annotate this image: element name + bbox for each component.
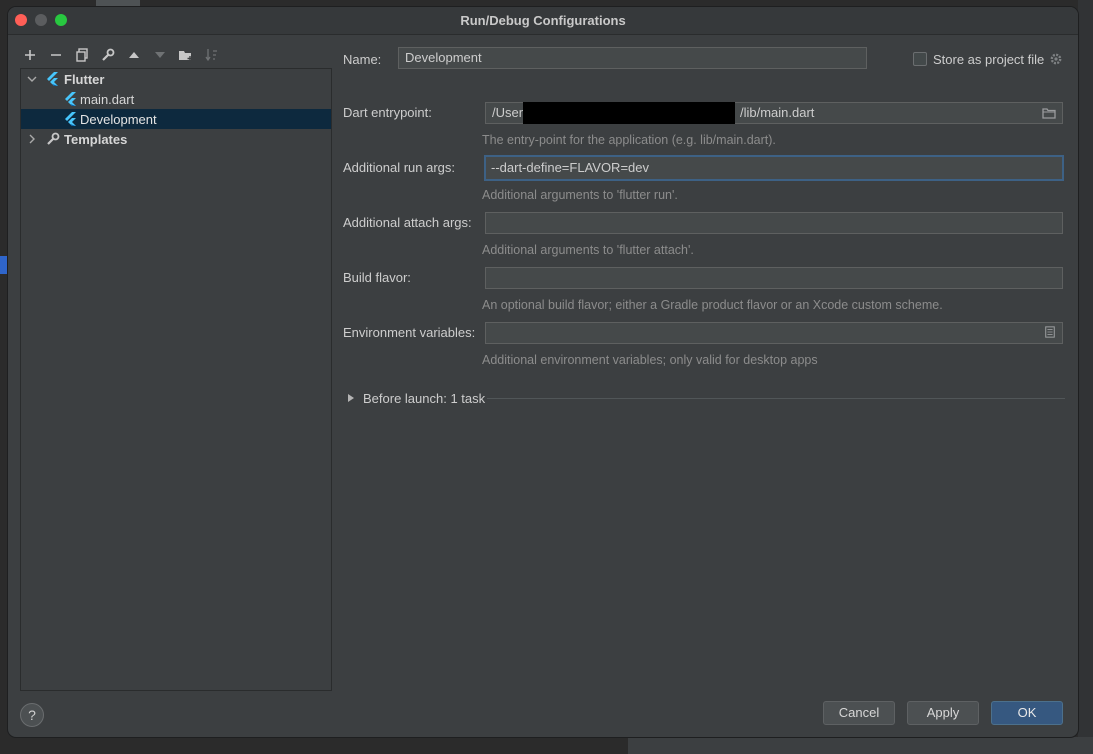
tree-label-templates: Templates (64, 131, 128, 147)
ok-button[interactable]: OK (991, 701, 1063, 725)
run-args-hint: Additional arguments to 'flutter run'. (482, 188, 678, 202)
wrench-icon[interactable] (98, 45, 118, 65)
store-as-project-checkbox[interactable] (913, 52, 927, 66)
before-launch-divider (487, 398, 1065, 399)
env-vars-label: Environment variables: (343, 325, 476, 340)
flutter-icon (65, 112, 76, 126)
flutter-icon (47, 72, 58, 86)
name-input[interactable]: Development (398, 47, 867, 69)
configuration-tree: Flutter main.dart Development Templates (20, 68, 332, 691)
chevron-right-icon[interactable] (27, 134, 37, 144)
arrow-up-icon[interactable] (124, 45, 144, 65)
background-selection (0, 256, 8, 274)
background-editor-strip (0, 0, 8, 754)
flutter-icon (65, 92, 76, 106)
background-right-strip (1078, 0, 1093, 754)
entrypoint-hint: The entry-point for the application (e.g… (482, 133, 776, 147)
arrow-down-icon[interactable] (150, 45, 170, 65)
tree-label-flutter: Flutter (64, 71, 105, 87)
build-flavor-label: Build flavor: (343, 270, 411, 285)
build-flavor-input[interactable] (485, 267, 1063, 289)
name-label: Name: (343, 52, 382, 67)
before-launch-label[interactable]: Before launch: 1 task (363, 391, 485, 406)
redacted-block (523, 102, 735, 124)
env-vars-hint: Additional environment variables; only v… (482, 353, 818, 367)
tree-label-main-dart: main.dart (80, 91, 135, 107)
store-as-project-label: Store as project file (933, 52, 1045, 67)
tree-node-development[interactable]: Development (21, 109, 331, 129)
entrypoint-label: Dart entrypoint: (343, 105, 432, 120)
title-bar: Run/Debug Configurations (8, 7, 1078, 35)
dialog-title: Run/Debug Configurations (460, 13, 626, 28)
document-icon[interactable] (1043, 326, 1057, 338)
attach-args-input[interactable] (485, 212, 1063, 234)
background-status-bar (628, 737, 1093, 754)
folder-add-icon[interactable] (176, 45, 196, 65)
help-button[interactable]: ? (20, 703, 44, 727)
wrench-icon (47, 132, 60, 145)
gear-icon[interactable] (1049, 52, 1063, 66)
attach-args-label: Additional attach args: (343, 215, 472, 230)
minus-icon[interactable] (46, 45, 66, 65)
tree-label-development: Development (80, 111, 157, 127)
copy-icon[interactable] (72, 45, 92, 65)
entrypoint-suffix: /lib/main.dart (740, 105, 815, 120)
tree-node-flutter[interactable]: Flutter (21, 69, 331, 89)
sort-icon[interactable] (202, 45, 222, 65)
build-flavor-hint: An optional build flavor; either a Gradl… (482, 298, 943, 312)
attach-args-hint: Additional arguments to 'flutter attach'… (482, 243, 694, 257)
folder-icon[interactable] (1042, 107, 1056, 119)
plus-icon[interactable] (20, 45, 40, 65)
run-args-input[interactable]: --dart-define=FLAVOR=dev (484, 155, 1064, 181)
tree-node-templates[interactable]: Templates (21, 129, 331, 149)
run-args-label: Additional run args: (343, 160, 456, 175)
run-debug-dialog: Run/Debug Configurations Flutter main.da… (8, 7, 1078, 737)
background-tab (96, 0, 140, 7)
tree-node-main-dart[interactable]: main.dart (21, 89, 331, 109)
chevron-down-icon[interactable] (27, 74, 37, 84)
triangle-right-icon[interactable] (347, 393, 355, 403)
cancel-button[interactable]: Cancel (823, 701, 895, 725)
env-vars-input[interactable] (485, 322, 1063, 344)
apply-button[interactable]: Apply (907, 701, 979, 725)
